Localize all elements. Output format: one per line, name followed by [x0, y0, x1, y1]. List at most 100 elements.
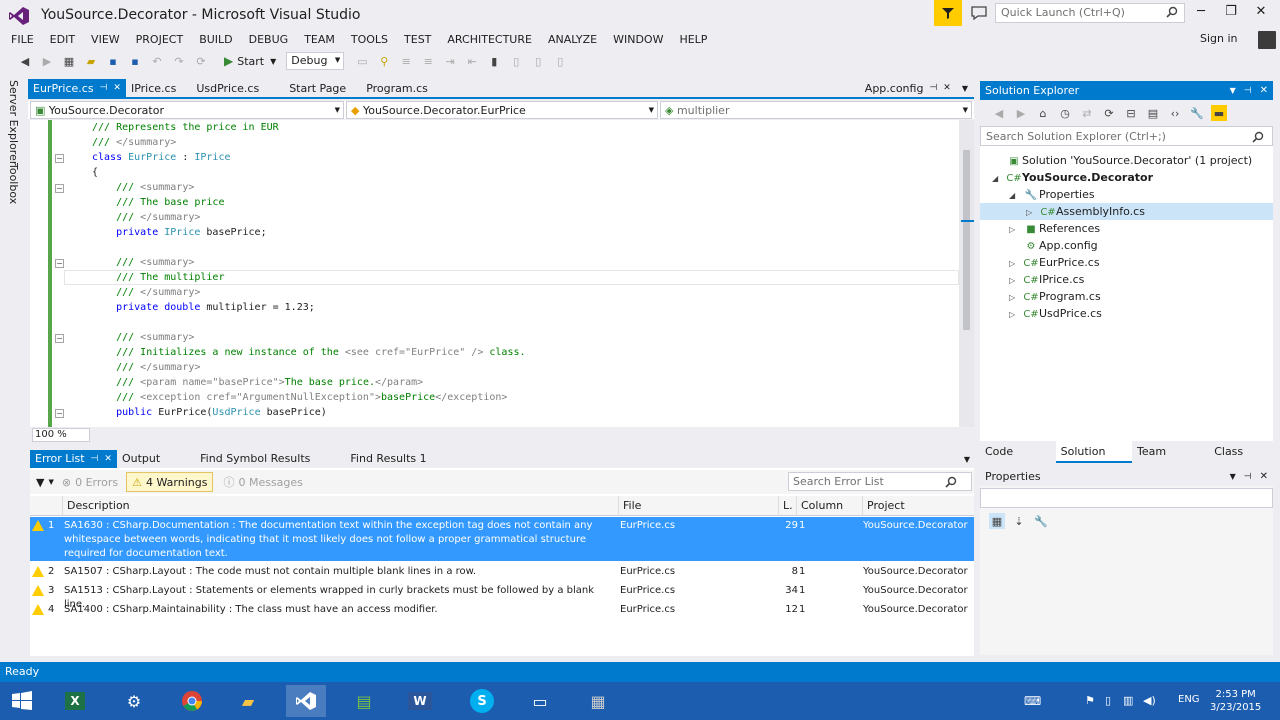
excel-icon[interactable]: X: [55, 685, 95, 717]
refresh-icon[interactable]: ⟳: [193, 53, 209, 69]
expander-icon[interactable]: ◢: [992, 170, 1006, 187]
pin-icon[interactable]: ⊣: [929, 79, 937, 98]
tab-iprice[interactable]: IPrice.cs: [126, 79, 181, 98]
new-project-icon[interactable]: ▦: [61, 53, 77, 69]
menu-analyze[interactable]: ANALYZE: [540, 32, 605, 48]
error-list-search-input[interactable]: Search Error List: [788, 472, 972, 491]
view-code-icon[interactable]: ‹›: [1167, 105, 1183, 121]
properties-object-select[interactable]: [980, 488, 1273, 508]
pin-icon[interactable]: ⊣: [91, 450, 99, 468]
refresh-icon[interactable]: ⟳: [1101, 105, 1117, 121]
column-line[interactable]: L.: [778, 496, 796, 516]
find-icon[interactable]: ⚲: [376, 53, 392, 69]
menu-team[interactable]: TEAM: [296, 32, 343, 48]
uncomment-icon[interactable]: ≡: [420, 53, 436, 69]
member-dropdown[interactable]: ◈ multiplier ▼: [660, 101, 972, 119]
property-pages-icon[interactable]: 🔧: [1033, 513, 1049, 529]
table-row[interactable]: 3 SA1513 : CSharp.Layout : Statements or …: [30, 582, 974, 610]
menu-project[interactable]: PROJECT: [128, 32, 192, 48]
close-icon[interactable]: ✕: [113, 79, 121, 98]
menu-file[interactable]: FILE: [3, 32, 42, 48]
column-column[interactable]: Column: [796, 496, 862, 516]
table-row[interactable]: 4 SA1400 : CSharp.Maintainability : The c…: [30, 601, 974, 620]
menu-build[interactable]: BUILD: [191, 32, 240, 48]
properties-icon[interactable]: 🔧: [1189, 105, 1205, 121]
home-icon[interactable]: ⌂: [1035, 105, 1051, 121]
expander-icon[interactable]: ▷: [1026, 204, 1040, 221]
indent-icon[interactable]: ⇥: [442, 53, 458, 69]
visual-studio-taskbar-icon[interactable]: [286, 685, 326, 717]
forward-icon[interactable]: ▶: [39, 53, 55, 69]
notifications-filter-button[interactable]: [934, 0, 962, 26]
tree-item[interactable]: ▷ ■ References: [980, 220, 1273, 237]
windows-start-icon[interactable]: [2, 685, 42, 717]
solution-configuration-select[interactable]: Debug ▼: [286, 52, 345, 70]
open-file-icon[interactable]: ▰: [83, 53, 99, 69]
tree-item[interactable]: ◢ C#YouSource.Decorator: [980, 169, 1273, 186]
expander-icon[interactable]: ▷: [1009, 255, 1023, 272]
tree-item[interactable]: ▷ C#Program.cs: [980, 288, 1273, 305]
menu-debug[interactable]: DEBUG: [241, 32, 297, 48]
tab-start-page[interactable]: Start Page: [284, 79, 351, 98]
tree-item[interactable]: ⚙ App.config: [980, 237, 1273, 254]
messages-filter-button[interactable]: ⓘ 0 Messages: [223, 474, 302, 490]
collapse-icon[interactable]: −: [55, 154, 64, 163]
collapse-icon[interactable]: −: [55, 184, 64, 193]
tab-solution-explorer[interactable]: Solution Ex...: [1055, 441, 1133, 480]
close-icon[interactable]: ✕: [104, 450, 112, 468]
skype-icon[interactable]: S: [462, 685, 502, 717]
forward-icon[interactable]: ▶: [1013, 105, 1029, 121]
menu-window[interactable]: WINDOW: [605, 32, 671, 48]
expander-icon[interactable]: ▷: [1009, 289, 1023, 306]
pin-icon[interactable]: ⊣: [1244, 472, 1252, 482]
tree-item[interactable]: ▷ C#UsdPrice.cs: [980, 305, 1273, 322]
network-app-icon[interactable]: ⚙: [114, 685, 154, 717]
show-all-files-icon[interactable]: ▤: [1145, 105, 1161, 121]
server-explorer-tab[interactable]: Server Explorer: [7, 80, 20, 165]
language-indicator[interactable]: ENG: [1178, 694, 1200, 705]
code-editor[interactable]: /// Represents the price in EUR/// </sum…: [30, 120, 959, 427]
bookmark-icon[interactable]: ▮: [486, 53, 502, 69]
calculator-icon[interactable]: ▦: [578, 685, 618, 717]
column-description[interactable]: Description: [62, 496, 618, 516]
outdent-icon[interactable]: ⇤: [464, 53, 480, 69]
alphabetical-icon[interactable]: ⇣: [1011, 513, 1027, 529]
tab-code-analysis[interactable]: Code Analy...: [980, 441, 1056, 480]
minimize-button[interactable]: ─: [1186, 4, 1216, 24]
clear-bookmarks-icon[interactable]: ▯: [552, 53, 568, 69]
tab-find-results[interactable]: Find Results 1: [345, 450, 431, 468]
redo-icon[interactable]: ↷: [171, 53, 187, 69]
solution-search-input[interactable]: Search Solution Explorer (Ctrl+;): [980, 126, 1273, 146]
tab-app-config[interactable]: App.config ⊣ ✕: [860, 79, 956, 98]
chrome-icon[interactable]: [172, 685, 212, 717]
expander-icon[interactable]: ▷: [1009, 306, 1023, 323]
expander-icon[interactable]: ▷: [1009, 272, 1023, 289]
collapse-icon[interactable]: −: [55, 409, 64, 418]
quick-launch-input[interactable]: Quick Launch (Ctrl+Q): [995, 3, 1185, 23]
word-icon[interactable]: W: [400, 685, 440, 717]
collapse-icon[interactable]: −: [55, 334, 64, 343]
feedback-icon[interactable]: [970, 5, 988, 21]
column-file[interactable]: File: [618, 496, 778, 516]
close-icon[interactable]: ✕: [1260, 471, 1268, 482]
tab-eurprice[interactable]: EurPrice.cs ⊣ ✕: [28, 79, 126, 98]
chevron-down-icon[interactable]: ▼: [1230, 86, 1236, 95]
back-icon[interactable]: ◀: [17, 53, 33, 69]
tree-item[interactable]: ▷ C#IPrice.cs: [980, 271, 1273, 288]
toolbox-tab[interactable]: Toolbox: [7, 163, 20, 204]
file-explorer-icon[interactable]: ▰: [228, 685, 268, 717]
class-dropdown[interactable]: ◆ YouSource.Decorator.EurPrice ▼: [346, 101, 658, 119]
tab-team-explorer[interactable]: Team Explo...: [1132, 441, 1209, 480]
warnings-filter-button[interactable]: ⚠ 4 Warnings: [126, 472, 214, 492]
network-icon[interactable]: ▥: [1123, 694, 1133, 707]
clock[interactable]: 2:53 PM 3/23/2015: [1210, 688, 1261, 714]
tab-class-view[interactable]: Class View: [1209, 441, 1273, 480]
collapse-all-icon[interactable]: ⊟: [1123, 105, 1139, 121]
chevron-down-icon[interactable]: ▼: [1230, 472, 1236, 481]
search-icon[interactable]: [1252, 131, 1264, 143]
expander-icon[interactable]: ▷: [1009, 221, 1023, 238]
categorized-icon[interactable]: ▦: [989, 513, 1005, 529]
column-project[interactable]: Project: [862, 496, 974, 516]
project-dropdown[interactable]: ▣ YouSource.Decorator ▼: [30, 101, 344, 119]
sign-in-link[interactable]: Sign in: [1200, 32, 1238, 45]
